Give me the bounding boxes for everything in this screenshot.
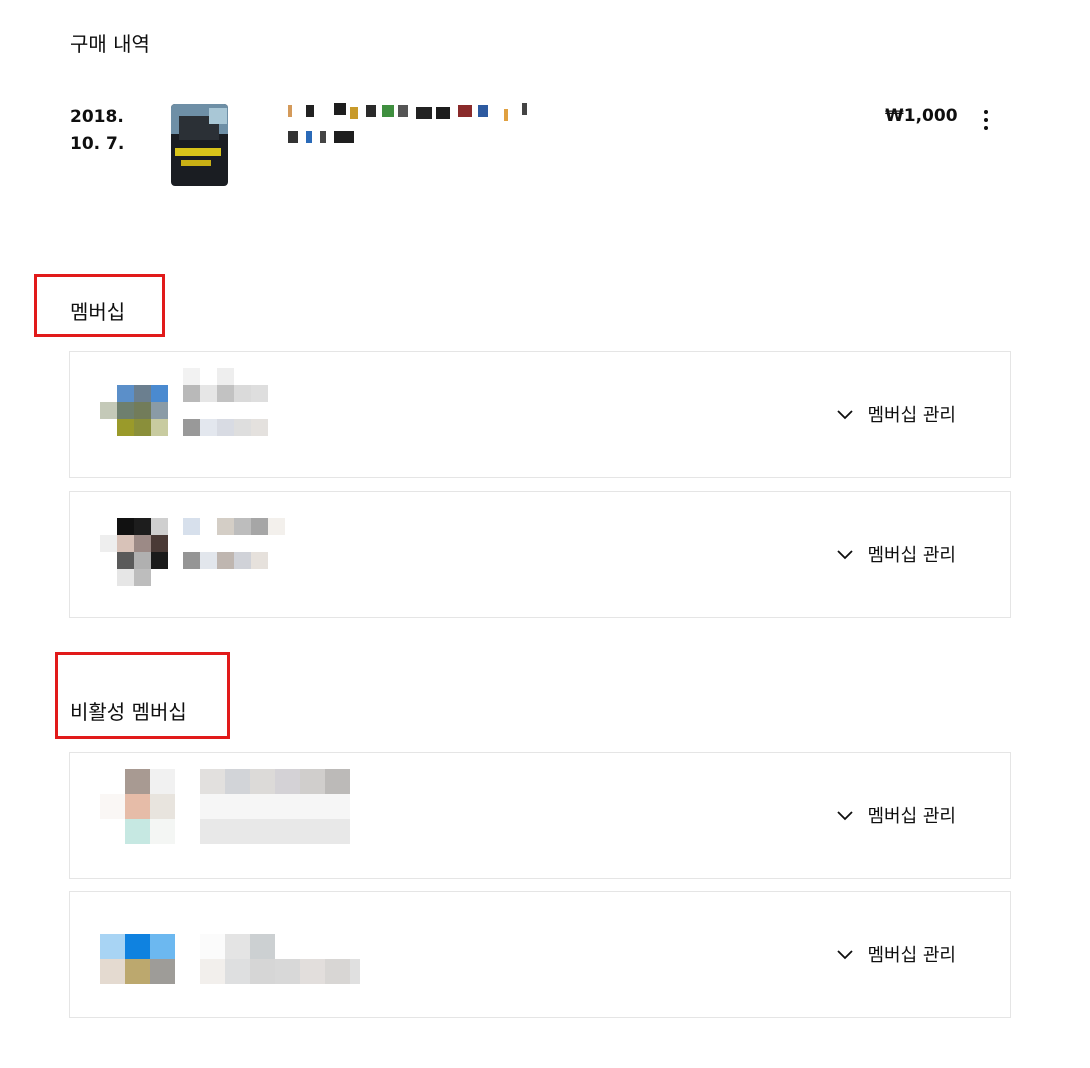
purchase-date: 2018. 10. 7. [70,104,124,158]
manage-membership-label: 멤버십 관리 [867,806,956,827]
membership-card[interactable]: 멤버십 관리 [69,351,1011,478]
inactive-membership-card[interactable]: 멤버십 관리 [69,752,1011,879]
purchase-row: 2018. 10. 7. ₩1,000 [70,100,1010,200]
manage-membership-button[interactable]: 멤버십 관리 [835,940,956,968]
manage-membership-label: 멤버십 관리 [867,545,956,566]
chevron-down-icon [837,950,854,960]
manage-membership-button[interactable]: 멤버십 관리 [835,400,956,428]
inactive-membership-card[interactable]: 멤버십 관리 [69,891,1011,1018]
manage-membership-button[interactable]: 멤버십 관리 [835,540,956,568]
inactive-memberships-title: 비활성 멤버십 [70,700,187,724]
purchase-history-title: 구매 내역 [70,32,150,56]
channel-name-redacted [200,908,360,992]
more-options-button[interactable] [974,108,998,136]
more-vert-icon [984,110,988,114]
manage-membership-button[interactable]: 멤버십 관리 [835,801,956,829]
purchase-date-line2: 10. 7. [70,134,125,154]
channel-name-redacted [200,769,360,853]
chevron-down-icon [837,550,854,560]
channel-avatar[interactable] [100,908,175,992]
memberships-title: 멤버십 [70,300,126,324]
purchase-item-title-redacted[interactable] [286,103,536,153]
channel-avatar[interactable] [100,368,168,452]
channel-name-redacted [183,368,353,452]
chevron-down-icon [837,811,854,821]
chevron-down-icon [837,410,854,420]
purchase-thumbnail[interactable] [171,104,228,186]
purchase-price: ₩1,000 [885,106,958,126]
membership-card[interactable]: 멤버십 관리 [69,491,1011,618]
purchase-date-line1: 2018. [70,107,124,127]
manage-membership-label: 멤버십 관리 [867,405,956,426]
channel-avatar[interactable] [100,508,168,592]
channel-name-redacted [183,508,353,592]
manage-membership-label: 멤버십 관리 [867,945,956,966]
channel-avatar[interactable] [100,769,175,853]
